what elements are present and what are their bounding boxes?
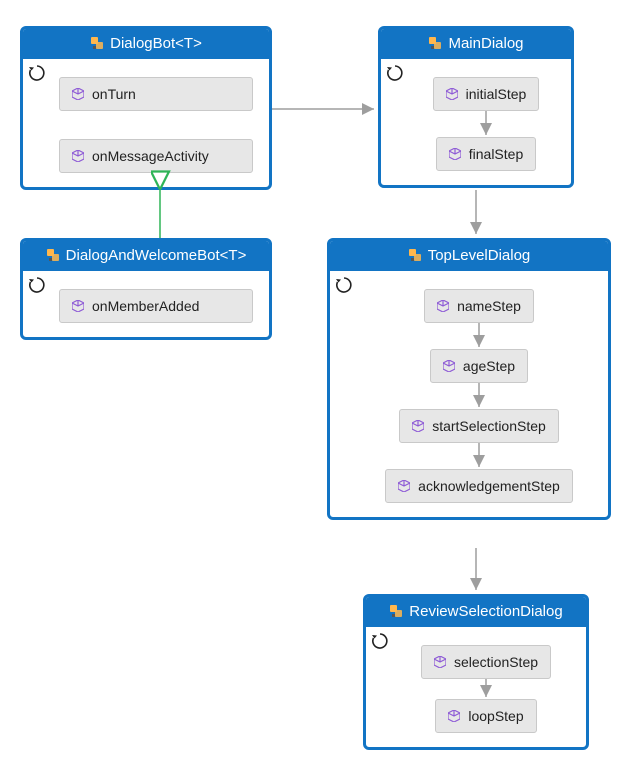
loop-icon xyxy=(336,277,352,293)
cube-icon xyxy=(448,710,460,722)
arrow-down-icon xyxy=(472,383,486,409)
step-label: ageStep xyxy=(463,358,515,374)
arrow-down-icon xyxy=(479,111,493,137)
step-onturn: onTurn xyxy=(59,77,253,111)
step-onmemberadded: onMemberAdded xyxy=(59,289,253,323)
step-onmessageactivity: onMessageActivity xyxy=(59,139,253,173)
steps: initialStep finalStep xyxy=(417,77,555,171)
cube-icon xyxy=(437,300,449,312)
box-dialogandwelcomebot: DialogAndWelcomeBot<T> onMemberAdded xyxy=(20,238,272,340)
loop-icon xyxy=(387,65,403,81)
step-acknowledgementstep: acknowledgementStep xyxy=(385,469,573,503)
cube-icon xyxy=(72,150,84,162)
steps: onTurn onMessageActivity xyxy=(59,77,253,173)
box-title: DialogAndWelcomeBot<T> xyxy=(23,241,269,271)
loop-icon xyxy=(372,633,388,649)
arrow-down-icon xyxy=(479,679,493,699)
box-title: MainDialog xyxy=(381,29,571,59)
loop-icon xyxy=(29,65,45,81)
cube-icon xyxy=(446,88,458,100)
box-maindialog: MainDialog initialStep finalStep xyxy=(378,26,574,188)
connector-inheritance xyxy=(150,186,170,238)
step-label: onMemberAdded xyxy=(92,298,199,314)
step-label: initialStep xyxy=(466,86,527,102)
step-startselectionstep: startSelectionStep xyxy=(399,409,559,443)
cube-icon xyxy=(72,88,84,100)
step-label: onMessageActivity xyxy=(92,148,209,164)
step-label: selectionStep xyxy=(454,654,538,670)
cube-icon xyxy=(398,480,410,492)
cube-icon xyxy=(412,420,424,432)
step-initialstep: initialStep xyxy=(433,77,540,111)
step-label: onTurn xyxy=(92,86,136,102)
steps: nameStep ageStep startSelectionStep ackn… xyxy=(366,289,592,503)
cube-icon xyxy=(434,656,446,668)
step-label: loopStep xyxy=(468,708,523,724)
step-loopstep: loopStep xyxy=(435,699,536,733)
class-icon xyxy=(428,36,442,50)
arrow-down-icon xyxy=(472,443,486,469)
arrow-down-icon xyxy=(472,323,486,349)
step-selectionstep: selectionStep xyxy=(421,645,551,679)
title-text: TopLevelDialog xyxy=(428,247,531,264)
box-reviewselectiondialog: ReviewSelectionDialog selectionStep loop… xyxy=(363,594,589,750)
step-label: startSelectionStep xyxy=(432,418,546,434)
steps: selectionStep loopStep xyxy=(402,645,570,733)
step-finalstep: finalStep xyxy=(436,137,536,171)
step-label: finalStep xyxy=(469,146,523,162)
cube-icon xyxy=(449,148,461,160)
class-icon xyxy=(90,36,104,50)
title-text: DialogAndWelcomeBot<T> xyxy=(66,247,247,264)
connector-dialogbot-to-maindialog xyxy=(272,104,378,114)
cube-icon xyxy=(443,360,455,372)
step-label: nameStep xyxy=(457,298,521,314)
connector-toplevel-to-review xyxy=(468,548,488,594)
title-text: DialogBot<T> xyxy=(110,35,202,52)
box-title: DialogBot<T> xyxy=(23,29,269,59)
title-text: MainDialog xyxy=(448,35,523,52)
connector-main-to-toplevel xyxy=(468,190,488,238)
step-agestep: ageStep xyxy=(430,349,528,383)
title-text: ReviewSelectionDialog xyxy=(409,603,562,620)
box-title: TopLevelDialog xyxy=(330,241,608,271)
loop-icon xyxy=(29,277,45,293)
step-namestep: nameStep xyxy=(424,289,534,323)
box-title: ReviewSelectionDialog xyxy=(366,597,586,627)
class-icon xyxy=(408,248,422,262)
box-dialogbot: DialogBot<T> onTurn onMessageActivity xyxy=(20,26,272,190)
cube-icon xyxy=(72,300,84,312)
class-icon xyxy=(46,248,60,262)
box-topleveldialog: TopLevelDialog nameStep ageStep startSel… xyxy=(327,238,611,520)
step-label: acknowledgementStep xyxy=(418,478,560,494)
class-icon xyxy=(389,604,403,618)
